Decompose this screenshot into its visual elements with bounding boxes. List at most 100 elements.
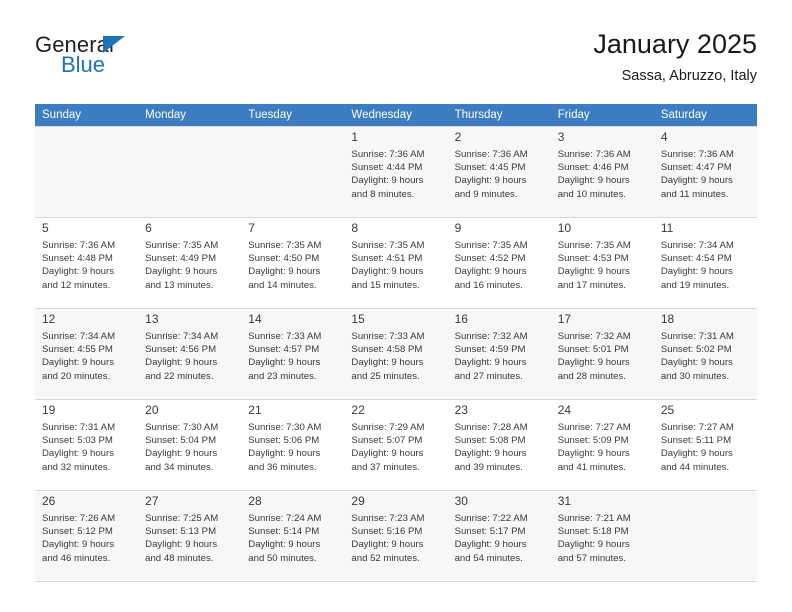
calendar-day-cell[interactable]: 1 Sunrise: 7:36 AM Sunset: 4:44 PM Daylight…: [344, 126, 448, 218]
day-cell-content: 16 Sunrise: 7:32 AM Sunset: 4:59 PM Dayligh…: [448, 309, 551, 399]
day-cell-content: 7 Sunrise: 7:35 AM Sunset: 4:50 PM Daylight…: [241, 218, 344, 308]
calendar-day-cell[interactable]: 7 Sunrise: 7:35 AM Sunset: 4:50 PM Daylight…: [241, 217, 345, 309]
sunset-time: Sunset: 4:52 PM: [454, 253, 526, 265]
calendar-week-row: 1 Sunrise: 7:36 AM Sunset: 4:44 PM Daylight…: [35, 126, 757, 218]
daylight-duration-line-1: Daylight: 9 hours: [454, 175, 527, 187]
day-number: [145, 130, 235, 146]
calendar-day-cell[interactable]: 26 Sunrise: 7:26 AM Sunset: 5:12 PM Dayligh…: [35, 490, 139, 582]
day-cell-content: 25 Sunrise: 7:27 AM Sunset: 5:11 PM Dayligh…: [654, 400, 757, 490]
calendar-day-cell[interactable]: 6 Sunrise: 7:35 AM Sunset: 4:49 PM Daylight…: [138, 217, 242, 309]
daylight-duration-line-2: and 20 minutes.: [42, 370, 111, 382]
calendar-day-cell[interactable]: 25 Sunrise: 7:27 AM Sunset: 5:11 PM Dayligh…: [653, 399, 757, 491]
weekday-header-saturday: Saturday: [653, 104, 757, 127]
day-number: 21: [248, 403, 262, 417]
day-cell-content: 28 Sunrise: 7:24 AM Sunset: 5:14 PM Dayligh…: [241, 491, 344, 581]
day-sun-details: Sunrise: 7:34 AM Sunset: 4:55 PM Daylight:…: [42, 330, 132, 383]
calendar-day-cell[interactable]: 20 Sunrise: 7:30 AM Sunset: 5:04 PM Dayligh…: [138, 399, 242, 491]
day-sun-details: Sunrise: 7:25 AM Sunset: 5:13 PM Daylight:…: [145, 512, 235, 565]
calendar-day-cell[interactable]: 5 Sunrise: 7:36 AM Sunset: 4:48 PM Daylight…: [35, 217, 139, 309]
day-sun-details: Sunrise: 7:24 AM Sunset: 5:14 PM Daylight:…: [248, 512, 338, 565]
daylight-duration-line-1: Daylight: 9 hours: [42, 266, 114, 278]
sunrise-time: Sunrise: 7:35 AM: [351, 240, 425, 251]
sunrise-time: Sunrise: 7:35 AM: [248, 240, 322, 251]
sunset-time: Sunset: 4:51 PM: [351, 253, 423, 265]
daylight-duration-line-2: and 23 minutes.: [248, 370, 317, 382]
calendar-day-cell[interactable]: 23 Sunrise: 7:28 AM Sunset: 5:08 PM Dayligh…: [447, 399, 551, 491]
day-sun-details: Sunrise: 7:27 AM Sunset: 5:09 PM Daylight:…: [558, 421, 648, 474]
daylight-duration-line-2: and 22 minutes.: [145, 370, 214, 382]
daylight-duration-line-2: and 48 minutes.: [145, 552, 214, 564]
weekday-header-friday: Friday: [550, 104, 654, 127]
sunset-time: Sunset: 4:55 PM: [42, 344, 113, 356]
calendar-day-cell-empty: [241, 126, 345, 218]
daylight-duration-line-2: and 25 minutes.: [351, 370, 420, 382]
sunset-time: Sunset: 4:54 PM: [660, 253, 732, 265]
calendar-day-cell[interactable]: 16 Sunrise: 7:32 AM Sunset: 4:59 PM Dayligh…: [447, 308, 551, 400]
sunset-time: Sunset: 4:53 PM: [557, 253, 629, 265]
sunrise-time: Sunrise: 7:34 AM: [42, 331, 116, 342]
sunset-time: Sunset: 5:14 PM: [248, 526, 320, 538]
day-cell-content: 26 Sunrise: 7:26 AM Sunset: 5:12 PM Dayligh…: [35, 491, 138, 581]
sunrise-time: Sunrise: 7:36 AM: [454, 149, 528, 160]
calendar-day-cell[interactable]: 9 Sunrise: 7:35 AM Sunset: 4:52 PM Daylight…: [447, 217, 551, 309]
calendar-day-cell[interactable]: 8 Sunrise: 7:35 AM Sunset: 4:51 PM Daylight…: [344, 217, 448, 309]
calendar-day-cell[interactable]: 11 Sunrise: 7:34 AM Sunset: 4:54 PM Dayligh…: [653, 217, 757, 309]
sunrise-time: Sunrise: 7:33 AM: [248, 331, 322, 342]
sunrise-time: Sunrise: 7:31 AM: [660, 331, 734, 342]
calendar-day-cell[interactable]: 22 Sunrise: 7:29 AM Sunset: 5:07 PM Dayligh…: [344, 399, 448, 491]
calendar-day-cell[interactable]: 17 Sunrise: 7:32 AM Sunset: 5:01 PM Dayligh…: [550, 308, 654, 400]
daylight-duration-line-1: Daylight: 9 hours: [557, 448, 630, 460]
calendar-day-cell[interactable]: 28 Sunrise: 7:24 AM Sunset: 5:14 PM Dayligh…: [241, 490, 345, 582]
calendar-day-cell[interactable]: 13 Sunrise: 7:34 AM Sunset: 4:56 PM Dayligh…: [138, 308, 242, 400]
sunrise-time: Sunrise: 7:26 AM: [42, 513, 116, 524]
sunrise-time: Sunrise: 7:35 AM: [145, 240, 219, 251]
day-cell-content: 8 Sunrise: 7:35 AM Sunset: 4:51 PM Daylight…: [344, 218, 447, 308]
calendar-day-cell[interactable]: 18 Sunrise: 7:31 AM Sunset: 5:02 PM Dayligh…: [653, 308, 757, 400]
sunset-time: Sunset: 4:56 PM: [145, 344, 217, 356]
day-cell-content: 29 Sunrise: 7:23 AM Sunset: 5:16 PM Dayligh…: [344, 491, 447, 581]
calendar-day-cell[interactable]: 30 Sunrise: 7:22 AM Sunset: 5:17 PM Dayligh…: [447, 490, 551, 582]
day-number: 30: [454, 494, 468, 508]
sunrise-time: Sunrise: 7:24 AM: [248, 513, 322, 524]
calendar-week-row: 19 Sunrise: 7:31 AM Sunset: 5:03 PM Dayligh…: [35, 399, 757, 491]
sunrise-time: Sunrise: 7:34 AM: [660, 240, 734, 251]
calendar-day-cell[interactable]: 4 Sunrise: 7:36 AM Sunset: 4:47 PM Daylight…: [653, 126, 757, 218]
day-cell-content: 19 Sunrise: 7:31 AM Sunset: 5:03 PM Dayligh…: [35, 400, 138, 490]
brand-triangle-icon: [103, 36, 125, 53]
day-number: 31: [557, 494, 572, 508]
calendar-day-cell[interactable]: 14 Sunrise: 7:33 AM Sunset: 4:57 PM Dayligh…: [241, 308, 345, 400]
weekday-header-thursday: Thursday: [447, 104, 551, 127]
daylight-duration-line-2: and 19 minutes.: [660, 279, 730, 291]
day-sun-details: Sunrise: 7:34 AM Sunset: 4:56 PM Daylight:…: [145, 330, 235, 383]
calendar-day-cell[interactable]: 31 Sunrise: 7:21 AM Sunset: 5:18 PM Dayligh…: [550, 490, 654, 582]
day-number: 12: [42, 312, 56, 326]
calendar-day-cell[interactable]: 19 Sunrise: 7:31 AM Sunset: 5:03 PM Dayligh…: [35, 399, 139, 491]
day-cell-content: 9 Sunrise: 7:35 AM Sunset: 4:52 PM Daylight…: [448, 218, 551, 308]
daylight-duration-line-2: and 52 minutes.: [351, 552, 420, 564]
day-sun-details: Sunrise: 7:35 AM Sunset: 4:53 PM Daylight:…: [558, 239, 648, 292]
sunrise-time: Sunrise: 7:36 AM: [42, 240, 116, 251]
day-sun-details: Sunrise: 7:26 AM Sunset: 5:12 PM Daylight:…: [42, 512, 132, 565]
day-sun-details: Sunrise: 7:35 AM Sunset: 4:49 PM Daylight:…: [145, 239, 235, 292]
calendar-day-cell[interactable]: 27 Sunrise: 7:25 AM Sunset: 5:13 PM Dayligh…: [138, 490, 242, 582]
sunset-time: Sunset: 5:06 PM: [248, 435, 320, 447]
calendar-day-cell[interactable]: 12 Sunrise: 7:34 AM Sunset: 4:55 PM Dayligh…: [35, 308, 139, 400]
daylight-duration-line-2: and 37 minutes.: [351, 461, 420, 473]
title-block: January 2025 Sassa, Abruzzo, Italy: [593, 28, 757, 86]
calendar-day-cell[interactable]: 21 Sunrise: 7:30 AM Sunset: 5:06 PM Dayligh…: [241, 399, 345, 491]
sunset-time: Sunset: 5:01 PM: [557, 344, 629, 356]
day-sun-details: Sunrise: 7:33 AM Sunset: 4:58 PM Daylight:…: [351, 330, 441, 383]
calendar-day-cell[interactable]: 3 Sunrise: 7:36 AM Sunset: 4:46 PM Daylight…: [550, 126, 654, 218]
calendar-day-cell[interactable]: 10 Sunrise: 7:35 AM Sunset: 4:53 PM Dayligh…: [550, 217, 654, 309]
day-number: 20: [145, 403, 159, 417]
day-number: 29: [351, 494, 365, 508]
daylight-duration-line-2: and 36 minutes.: [248, 461, 317, 473]
calendar-day-cell[interactable]: 15 Sunrise: 7:33 AM Sunset: 4:58 PM Dayligh…: [344, 308, 448, 400]
calendar-day-cell[interactable]: 2 Sunrise: 7:36 AM Sunset: 4:45 PM Daylight…: [447, 126, 551, 218]
brand-logo[interactable]: General Blue: [35, 34, 215, 90]
calendar-day-cell[interactable]: 24 Sunrise: 7:27 AM Sunset: 5:09 PM Dayligh…: [550, 399, 654, 491]
calendar-day-cell[interactable]: 29 Sunrise: 7:23 AM Sunset: 5:16 PM Dayligh…: [344, 490, 448, 582]
calendar-week-row: 26 Sunrise: 7:26 AM Sunset: 5:12 PM Dayligh…: [35, 490, 757, 582]
day-number: 5: [42, 221, 49, 235]
sunset-time: Sunset: 4:57 PM: [248, 344, 320, 356]
